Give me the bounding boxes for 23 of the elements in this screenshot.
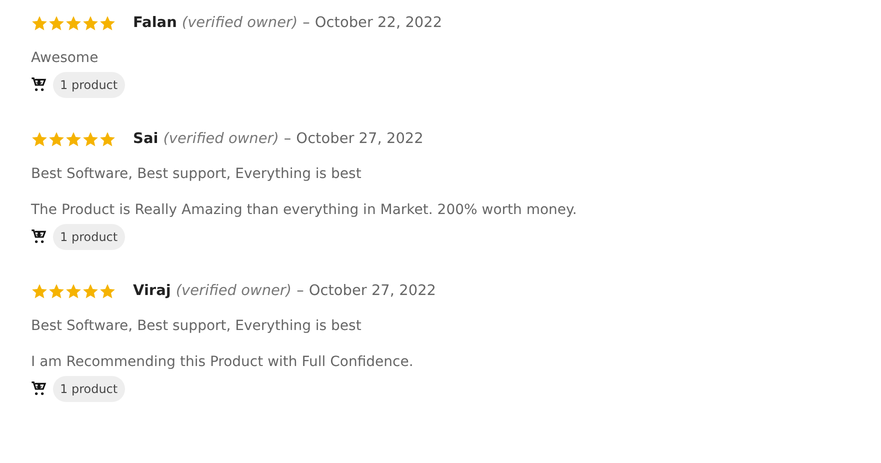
reviewer-name: Falan [133,15,177,31]
product-count-badge[interactable]: 1 product [53,72,125,98]
review-text: Awesome [31,49,100,68]
separator: – [296,283,304,299]
cart-icon [31,381,47,397]
reviewer-name: Viraj [133,283,171,299]
review-date: October 22, 2022 [314,15,442,31]
separator: – [302,15,310,31]
review-text: The Product is Really Amazing than everything in Market. 200% worth money. [31,201,578,220]
review-text: I am Recommending this Product with Full Confidence. [31,353,414,372]
review-date: October 27, 2022 [296,131,424,147]
product-count-badge[interactable]: 1 product [53,376,125,402]
cart-icon [31,77,47,93]
review-text: Best Software, Best support, Everything is best [31,165,362,184]
cart-icon [31,229,47,245]
verified-label: (verified owner) [182,15,298,31]
review-date: October 27, 2022 [308,283,436,299]
reviewer-name: Sai [133,131,158,147]
verified-label: (verified owner) [176,283,292,299]
separator: – [284,131,292,147]
review-text: Best Software, Best support, Everything is best [31,317,362,336]
product-count-badge[interactable]: 1 product [53,224,125,250]
verified-label: (verified owner) [163,131,279,147]
